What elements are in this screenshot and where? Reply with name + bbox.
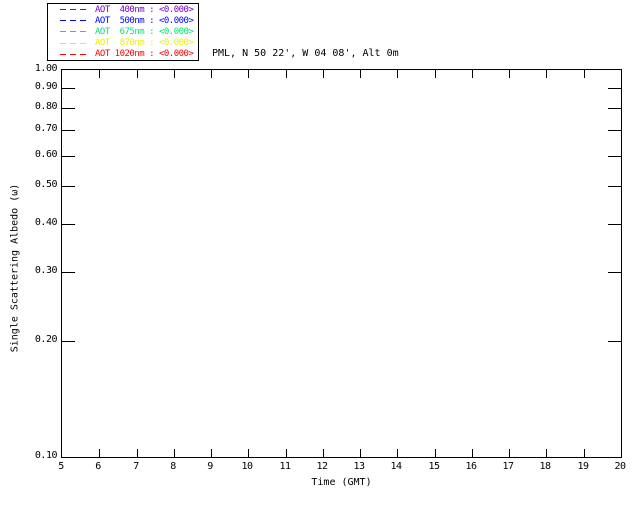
legend-entry-aot-870nm: AOT 870nm : <0.000> <box>60 38 198 49</box>
x-axis-tick <box>397 449 398 457</box>
y-axis-tick <box>62 130 75 131</box>
legend-dash-line <box>60 20 90 22</box>
y-axis-right-tick <box>608 186 621 187</box>
y-tick-label: 0.40 <box>34 217 58 228</box>
legend-label: AOT 400nm : <0.000> <box>95 4 194 15</box>
x-tick-label: 15 <box>428 461 440 472</box>
x-tick-label: 6 <box>95 461 101 472</box>
x-axis-tick <box>286 449 287 457</box>
legend-label: AOT 870nm : <0.000> <box>95 38 194 49</box>
x-axis-tick <box>472 449 473 457</box>
x-axis-tick <box>323 449 324 457</box>
y-axis-tick <box>62 224 75 225</box>
x-axis-top-tick <box>397 70 398 78</box>
x-axis-tick <box>435 449 436 457</box>
x-tick-label: 18 <box>539 461 551 472</box>
y-axis-right-tick <box>608 108 621 109</box>
y-axis-tick <box>62 341 75 342</box>
y-axis-right-tick <box>608 130 621 131</box>
legend-label: AOT 1020nm : <0.000> <box>95 49 194 60</box>
x-axis-top-tick <box>546 70 547 78</box>
y-tick-label: 0.90 <box>34 81 58 92</box>
y-axis-right-tick <box>608 224 621 225</box>
x-tick-label: 7 <box>133 461 139 472</box>
y-axis-right-tick <box>608 156 621 157</box>
x-axis-tick <box>248 449 249 457</box>
x-axis-top-tick <box>248 70 249 78</box>
y-axis-right-tick <box>608 272 621 273</box>
y-axis-tick <box>62 88 75 89</box>
x-axis-top-tick <box>472 70 473 78</box>
y-axis-right-tick <box>608 88 621 89</box>
y-tick-label: 0.30 <box>34 265 58 276</box>
plot-screenshot: AOT 400nm : <0.000> AOT 500nm : <0.000> AO… <box>0 0 640 512</box>
legend-label: AOT 500nm : <0.000> <box>95 15 194 26</box>
legend-entry-aot-675nm: AOT 675nm : <0.000> <box>60 26 198 37</box>
x-axis-top-tick <box>509 70 510 78</box>
x-axis-tick <box>99 449 100 457</box>
legend-dash-line <box>60 42 90 44</box>
x-axis-tick <box>137 449 138 457</box>
legend-entry-aot-400nm: AOT 400nm : <0.000> <box>60 4 198 15</box>
x-tick-label: 8 <box>170 461 176 472</box>
x-tick-label: 10 <box>241 461 253 472</box>
y-axis-tick <box>62 186 75 187</box>
y-axis-right-tick <box>608 341 621 342</box>
legend-dash-line <box>60 31 90 33</box>
x-tick-label: 12 <box>316 461 328 472</box>
x-axis-top-tick <box>211 70 212 78</box>
x-axis-label: Time (GMT) <box>311 477 372 488</box>
y-tick-label: 0.80 <box>34 101 58 112</box>
x-tick-label: 20 <box>614 461 626 472</box>
x-axis-tick <box>509 449 510 457</box>
x-tick-label: 16 <box>465 461 477 472</box>
site-location-line: PML, N 50 22', W 04 08', Alt 0m <box>212 48 399 59</box>
x-axis-top-tick <box>174 70 175 78</box>
y-axis-tick <box>62 272 75 273</box>
y-axis-label: Single Scattering Albedo (ω) <box>9 183 21 353</box>
legend-dash-line <box>60 53 90 55</box>
x-tick-label: 11 <box>279 461 291 472</box>
x-axis-top-tick <box>137 70 138 78</box>
x-tick-label: 13 <box>353 461 365 472</box>
x-axis-top-tick <box>323 70 324 78</box>
x-axis-top-tick <box>99 70 100 78</box>
x-tick-label: 14 <box>390 461 402 472</box>
x-tick-label: 19 <box>577 461 589 472</box>
x-tick-label: 17 <box>502 461 514 472</box>
x-tick-label: 5 <box>58 461 64 472</box>
y-axis-tick <box>62 108 75 109</box>
y-tick-label: 0.50 <box>34 179 58 190</box>
x-tick-label: 9 <box>207 461 213 472</box>
y-tick-label: 1.00 <box>34 63 58 74</box>
legend-entry-aot-500nm: AOT 500nm : <0.000> <box>60 15 198 26</box>
y-axis-tick <box>62 156 75 157</box>
y-tick-label: 0.70 <box>34 123 58 134</box>
x-axis-tick <box>584 449 585 457</box>
y-tick-label: 0.10 <box>34 450 58 461</box>
x-axis-tick <box>174 449 175 457</box>
legend-box: AOT 400nm : <0.000> AOT 500nm : <0.000> AO… <box>47 3 199 61</box>
x-axis-tick <box>360 449 361 457</box>
x-axis-tick <box>546 449 547 457</box>
legend-label: AOT 675nm : <0.000> <box>95 26 194 37</box>
y-tick-label: 0.20 <box>34 334 58 345</box>
x-axis-top-tick <box>360 70 361 78</box>
x-axis-top-tick <box>286 70 287 78</box>
x-axis-tick <box>211 449 212 457</box>
x-axis-top-tick <box>584 70 585 78</box>
plot-area <box>61 69 622 458</box>
legend-entry-aot-1020nm: AOT 1020nm : <0.000> <box>60 49 198 60</box>
y-tick-label: 0.60 <box>34 149 58 160</box>
x-axis-top-tick <box>435 70 436 78</box>
legend-dash-line <box>60 9 90 11</box>
